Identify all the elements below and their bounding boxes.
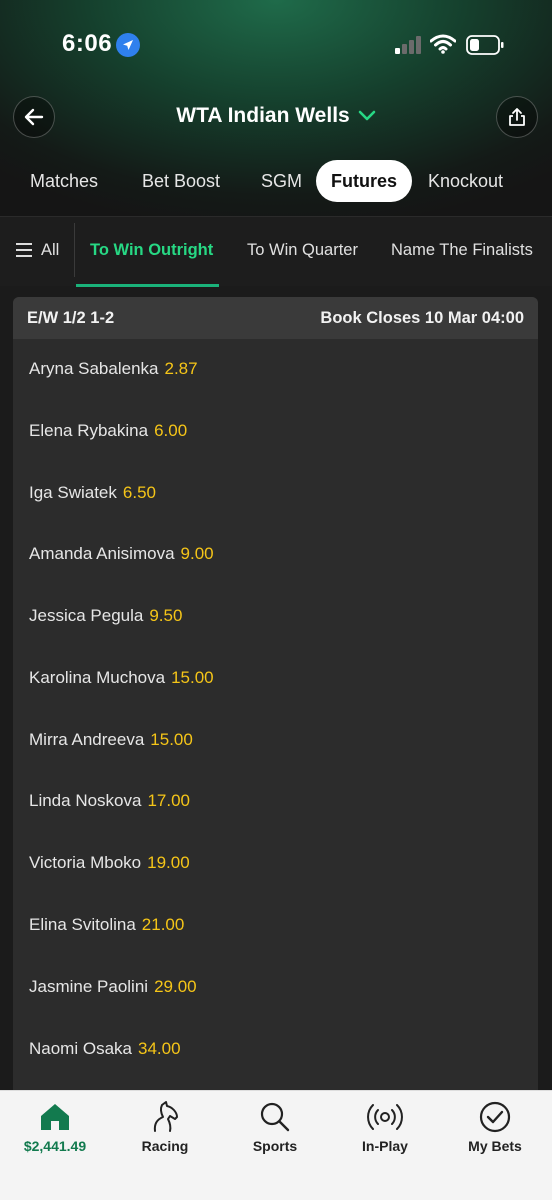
market-subnav: All To Win Outright To Win Quarter Name … xyxy=(0,216,552,287)
tab-sgm[interactable]: SGM xyxy=(261,160,302,202)
runner-name: Linda Noskova xyxy=(29,791,142,810)
share-button[interactable] xyxy=(496,96,538,138)
page-title: WTA Indian Wells xyxy=(176,104,350,127)
runner-row[interactable]: Elina Svitolina 21.00 xyxy=(29,915,184,935)
runner-name: Elena Rybakina xyxy=(29,421,149,440)
runner-odds[interactable]: 6.00 xyxy=(154,421,187,440)
tab-knockout[interactable]: Knockout xyxy=(428,160,503,202)
nav-in-play[interactable]: In-Play xyxy=(330,1099,440,1169)
runner-odds[interactable]: 34.00 xyxy=(138,1039,181,1058)
runner-row[interactable]: Iga Swiatek 6.50 xyxy=(29,483,156,503)
runner-odds[interactable]: 21.00 xyxy=(142,915,185,934)
runner-name: Iga Swiatek xyxy=(29,483,117,502)
runner-odds[interactable]: 9.50 xyxy=(149,606,182,625)
runner-name: Amanda Anisimova xyxy=(29,544,175,563)
runner-name: Jasmine Paolini xyxy=(29,977,149,996)
runner-name: Jessica Pegula xyxy=(29,606,144,625)
runner-odds[interactable]: 9.00 xyxy=(181,544,214,563)
runner-row[interactable]: Naomi Osaka 34.00 xyxy=(29,1039,181,1059)
market-card: E/W 1/2 1-2 Book Closes 10 Mar 04:00 Ary… xyxy=(13,297,538,1107)
tab-matches[interactable]: Matches xyxy=(30,160,98,202)
runner-odds[interactable]: 19.00 xyxy=(147,853,190,872)
competition-selector[interactable]: WTA Indian Wells xyxy=(0,104,552,128)
location-arrow-icon xyxy=(116,33,140,57)
category-tabs: Matches Bet Boost SGM Futures Knockout xyxy=(0,160,552,202)
runner-row[interactable]: Jessica Pegula 9.50 xyxy=(29,606,182,626)
runner-name: Mirra Andreeva xyxy=(29,730,145,749)
each-way-terms: E/W 1/2 1-2 xyxy=(27,308,115,327)
runner-row[interactable]: Elena Rybakina 6.00 xyxy=(29,421,187,441)
checkmark-icon xyxy=(479,1101,511,1133)
runner-odds[interactable]: 2.87 xyxy=(164,359,197,378)
runner-row[interactable]: Karolina Muchova 15.00 xyxy=(29,668,214,688)
runner-odds[interactable]: 15.00 xyxy=(171,668,214,687)
subnav-name-the-finalists[interactable]: Name The Finalists xyxy=(391,241,533,260)
search-icon xyxy=(260,1102,290,1132)
active-tab-underline xyxy=(76,284,219,287)
subnav-all[interactable]: All xyxy=(41,241,59,260)
status-time: 6:06 xyxy=(62,30,113,57)
runner-name: Karolina Muchova xyxy=(29,668,166,687)
runner-odds[interactable]: 6.50 xyxy=(123,483,156,502)
subnav-to-win-quarter[interactable]: To Win Quarter xyxy=(247,241,358,260)
runner-row[interactable]: Victoria Mboko 19.00 xyxy=(29,853,190,873)
runner-odds[interactable]: 15.00 xyxy=(150,730,193,749)
runner-name: Naomi Osaka xyxy=(29,1039,132,1058)
bottom-navigation: $2,441.49 Racing Sports In-Play My Bets xyxy=(0,1090,552,1200)
runner-odds[interactable]: 17.00 xyxy=(147,791,190,810)
runner-name: Aryna Sabalenka xyxy=(29,359,159,378)
runner-row[interactable]: Jasmine Paolini 29.00 xyxy=(29,977,197,997)
runner-row[interactable]: Amanda Anisimova 9.00 xyxy=(29,544,214,564)
nav-label-my-bets: My Bets xyxy=(468,1138,522,1154)
cellular-signal-icon xyxy=(395,36,421,54)
subnav-divider xyxy=(74,223,75,277)
runner-row[interactable]: Aryna Sabalenka 2.87 xyxy=(29,359,198,379)
horse-icon xyxy=(153,1101,178,1132)
nav-racing[interactable]: Racing xyxy=(110,1099,220,1169)
nav-label-in-play: In-Play xyxy=(362,1138,408,1154)
book-closes-label: Book Closes 10 Mar 04:00 xyxy=(320,308,524,327)
nav-my-bets[interactable]: My Bets xyxy=(440,1099,550,1169)
nav-home[interactable]: $2,441.49 xyxy=(0,1099,110,1169)
tab-bet-boost[interactable]: Bet Boost xyxy=(142,160,220,202)
chevron-down-icon xyxy=(358,110,376,121)
tab-futures[interactable]: Futures xyxy=(316,160,413,202)
home-icon xyxy=(41,1104,69,1130)
market-header: E/W 1/2 1-2 Book Closes 10 Mar 04:00 xyxy=(13,297,538,339)
runner-row[interactable]: Mirra Andreeva 15.00 xyxy=(29,730,193,750)
share-icon xyxy=(509,108,525,126)
live-icon xyxy=(367,1104,403,1130)
runner-name: Elina Svitolina xyxy=(29,915,136,934)
battery-icon xyxy=(466,35,504,55)
nav-label-sports: Sports xyxy=(252,1138,298,1154)
runner-name: Victoria Mboko xyxy=(29,853,142,872)
menu-icon[interactable] xyxy=(16,243,32,257)
subnav-to-win-outright[interactable]: To Win Outright xyxy=(90,241,213,260)
wifi-icon xyxy=(430,34,456,54)
runner-row[interactable]: Linda Noskova 17.00 xyxy=(29,791,190,811)
runner-odds[interactable]: 29.00 xyxy=(154,977,197,996)
nav-sports[interactable]: Sports xyxy=(220,1099,330,1169)
nav-label-racing: Racing xyxy=(141,1138,189,1154)
nav-label-balance: $2,441.49 xyxy=(23,1138,87,1154)
